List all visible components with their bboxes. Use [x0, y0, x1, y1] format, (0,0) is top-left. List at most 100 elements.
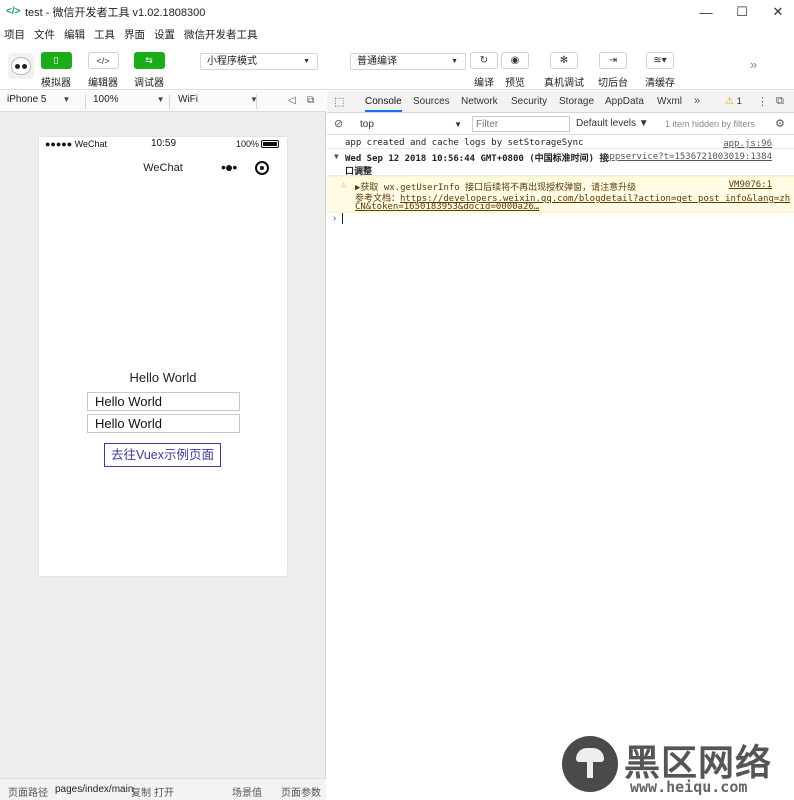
warning-source-link[interactable]: VM9076:1 [729, 180, 772, 190]
open-link[interactable]: 打开 [154, 784, 174, 799]
simulator-toggle-button[interactable]: ▯ 模拟器 [39, 52, 73, 89]
log-source-link[interactable]: app.js:96 [723, 139, 772, 149]
chevron-down-icon: ▼ [454, 120, 462, 129]
more-options-icon[interactable]: •●• [221, 159, 237, 175]
menu-interface[interactable]: 界面 [124, 27, 145, 42]
simulator-bar: iPhone 5 ▼ 100% ▼ WiFi ▼ ◁ ⧉ [0, 91, 326, 112]
chevron-down-icon: ▼ [451, 58, 458, 65]
battery-icon [261, 140, 279, 148]
clear-cache-button[interactable]: ≋▾ 清缓存 [640, 52, 680, 89]
background-button[interactable]: ⇥ 切后台 [593, 52, 633, 89]
chevron-down-icon: ▼ [156, 95, 165, 104]
preview-button[interactable]: ◉ 预览 [495, 52, 535, 89]
battery-percent: 100% [236, 139, 260, 149]
clear-console-icon[interactable]: ⊘ [334, 117, 343, 130]
switch-background-icon: ⇥ [599, 52, 627, 69]
warning-row: ⚠ ▶获取 wx.getUserInfo 接口后续将不再出现授权弹窗，请注意升级… [327, 176, 794, 213]
nav-title: WeChat [143, 162, 183, 174]
gear-icon[interactable]: ⚙ [775, 117, 785, 130]
page-path-label: 页面路径 [8, 788, 48, 799]
dock-icon[interactable]: ⧉ [776, 95, 784, 108]
zoom-select[interactable]: 100% ▼ [93, 94, 165, 105]
minimize-button[interactable]: — [688, 0, 724, 24]
watermark: 黑区网络 www.heiqu.com [558, 732, 794, 800]
phone-screen: ●●●●● WeChat 10:59 100% WeChat •●• Hello… [39, 137, 287, 576]
phone-status-bar: ●●●●● WeChat 10:59 100% [39, 137, 287, 151]
device-debug-button[interactable]: ✻ 真机调试 [544, 52, 584, 89]
log-source-link[interactable]: appservice?t=1536721003019:1384 [604, 152, 772, 162]
main-toolbar: ▯ 模拟器 </> 编辑器 ⇆ 调试器 小程序模式 ▼ 普通编译 ▼ ↻ 编译 … [0, 44, 794, 90]
device-debug-label: 真机调试 [544, 78, 584, 89]
context-select-value: top [360, 119, 374, 130]
more-tabs-icon[interactable]: » [694, 95, 700, 107]
compile-label: 编译 [474, 78, 494, 89]
menu-project[interactable]: 项目 [4, 27, 25, 42]
log-levels-select[interactable]: Default levels ▼ [576, 118, 649, 129]
prompt-chevron-icon: › [333, 213, 337, 225]
maximize-button[interactable]: ☐ [724, 0, 760, 24]
network-select-value: WiFi [178, 94, 198, 105]
tab-console[interactable]: Console [365, 96, 402, 112]
chevron-down-icon: ▼ [62, 95, 71, 104]
page-params-button[interactable]: 页面参数 [281, 784, 321, 799]
warning-count: 1 [736, 96, 742, 107]
debug-icon: ⇆ [133, 52, 165, 69]
bug-icon: ✻ [550, 52, 578, 69]
network-select[interactable]: WiFi ▼ [178, 94, 258, 105]
compile-mode-select[interactable]: 普通编译 ▼ [350, 53, 466, 70]
avatar[interactable] [8, 53, 34, 79]
menu-settings[interactable]: 设置 [154, 27, 175, 42]
page-path-value: pages/index/main [55, 784, 134, 795]
panda-avatar-icon [11, 57, 31, 75]
mode-select[interactable]: 小程序模式 ▼ [200, 53, 318, 70]
devtools-tab-bar: ⬚ Console Sources Network Security Stora… [327, 91, 794, 113]
preview-label: 预览 [505, 78, 525, 89]
console-filter-input[interactable] [472, 116, 570, 132]
vuex-example-button[interactable]: 去往Vuex示例页面 [104, 443, 221, 467]
hello-input-1[interactable] [87, 392, 240, 411]
console-filter-bar: ⊘ top ▼ Default levels ▼ 1 item hidden b… [327, 114, 794, 135]
copy-link[interactable]: 复制 [131, 784, 151, 799]
speaker-icon[interactable]: ◁ [288, 95, 296, 106]
log-row-group[interactable]: ▼ Wed Sep 12 2018 10:56:44 GMT+0800 (中国标… [327, 149, 794, 177]
watermark-url: www.heiqu.com [630, 778, 748, 796]
console-output: app created and cache logs by setStorage… [327, 136, 794, 227]
app-logo-icon: </> [6, 6, 21, 17]
log-row: app created and cache logs by setStorage… [327, 136, 794, 149]
tab-sources[interactable]: Sources [413, 96, 450, 107]
debugger-label: 调试器 [134, 78, 164, 89]
inspect-element-icon[interactable]: ⬚ [334, 95, 344, 108]
editor-toggle-button[interactable]: </> 编辑器 [86, 52, 120, 89]
device-select-value: iPhone 5 [7, 94, 47, 105]
menu-edit[interactable]: 编辑 [64, 27, 85, 42]
scene-value-button[interactable]: 场景值 [232, 784, 262, 799]
context-select[interactable]: top ▼ [356, 117, 464, 132]
zoom-select-value: 100% [93, 94, 119, 105]
console-prompt[interactable]: › [327, 213, 794, 227]
tab-security[interactable]: Security [511, 96, 547, 107]
tab-storage[interactable]: Storage [559, 96, 594, 107]
popout-icon[interactable]: ⧉ [307, 95, 314, 106]
simulator-pane: iPhone 5 ▼ 100% ▼ WiFi ▼ ◁ ⧉ ●●●●● WeChat 1… [0, 91, 326, 800]
double-chevron-right-icon[interactable]: » [750, 57, 757, 72]
hello-input-2[interactable] [87, 414, 240, 433]
tab-network[interactable]: Network [461, 96, 498, 107]
warning-icon: ⚠ [725, 96, 734, 107]
watermark-logo-icon [562, 736, 618, 792]
menu-devtools[interactable]: 微信开发者工具 [184, 27, 258, 42]
capsule-close-icon[interactable] [255, 161, 269, 175]
debugger-toggle-button[interactable]: ⇆ 调试器 [132, 52, 166, 89]
tab-appdata[interactable]: AppData [605, 96, 644, 107]
menu-tools[interactable]: 工具 [94, 27, 115, 42]
warning-doc-link-continued[interactable]: CN&token=1650183953&docid=0000a26… [355, 202, 539, 212]
tab-wxml[interactable]: Wxml [657, 96, 682, 107]
text-cursor [342, 213, 344, 224]
refresh-icon: ↻ [470, 52, 498, 69]
menu-file[interactable]: 文件 [34, 27, 55, 42]
close-button[interactable]: ✕ [760, 0, 794, 24]
title-bar: </> test - 微信开发者工具 v1.02.1808300 [0, 0, 794, 24]
device-select[interactable]: iPhone 5 ▼ [7, 94, 70, 105]
warning-count-badge[interactable]: ⚠ 1 [725, 96, 742, 107]
expand-triangle-icon[interactable]: ▼ [334, 152, 339, 161]
kebab-menu-icon[interactable]: ⋮ [757, 95, 768, 108]
